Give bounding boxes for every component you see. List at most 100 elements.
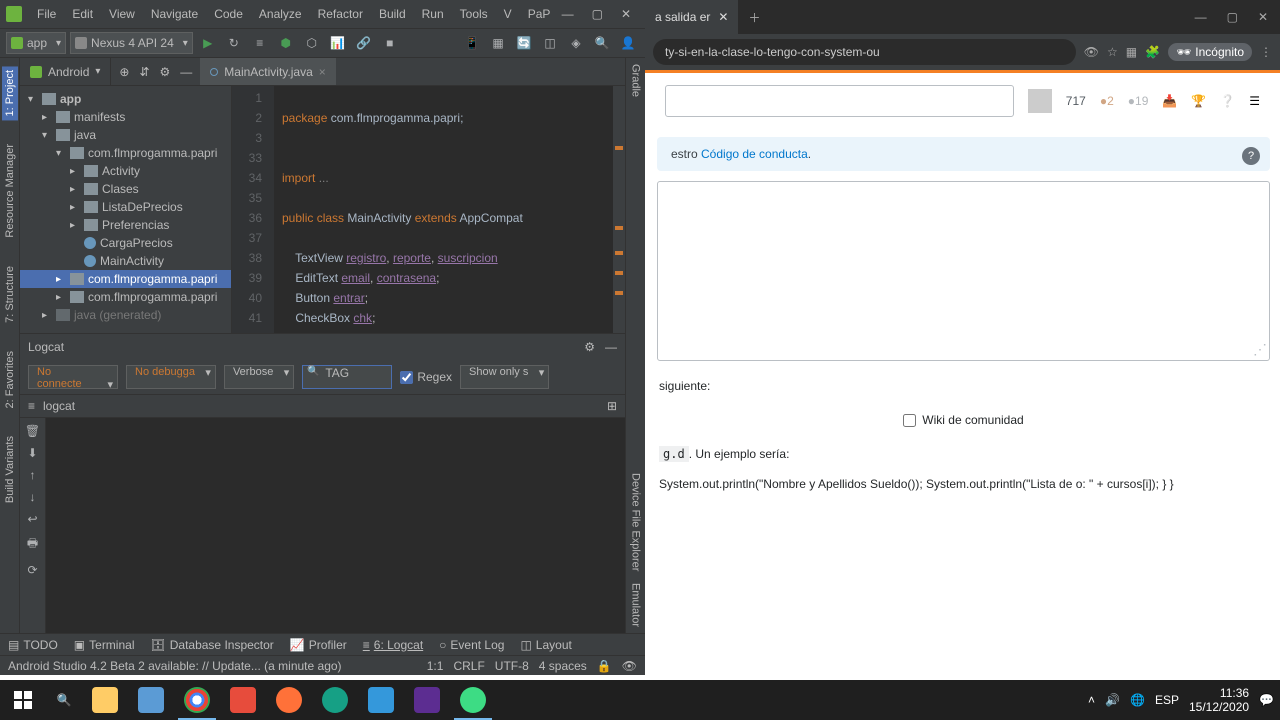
restart-icon[interactable]: ⟳	[24, 563, 41, 577]
help-tip-icon[interactable]: ?	[1242, 147, 1260, 165]
tab-gradle[interactable]: Gradle	[628, 58, 644, 103]
tray-network-icon[interactable]: 🌐	[1130, 693, 1145, 707]
logcat-settings-icon[interactable]: ⊞	[607, 399, 617, 413]
run-config-dropdown[interactable]: app	[6, 32, 66, 54]
logcat-process-select[interactable]: No debugga	[126, 365, 216, 389]
trophy-icon[interactable]: 🏆	[1191, 94, 1206, 108]
trash-icon[interactable]: 🗑	[24, 424, 41, 438]
menu-icon[interactable]: ⋮	[1260, 45, 1272, 59]
code-editor[interactable]: 123 33343536 37383940 4142 package com.f…	[232, 86, 625, 333]
taskbar-firefox[interactable]	[266, 680, 312, 720]
bottom-profiler[interactable]: 📈 Profiler	[290, 638, 347, 652]
notifications-icon[interactable]: 💬	[1259, 693, 1274, 707]
browser-minimize-icon[interactable]: —	[1195, 10, 1207, 24]
logcat-gear-icon[interactable]: ⚙	[584, 340, 595, 354]
account-icon[interactable]: 👤	[617, 32, 639, 54]
bottom-terminal[interactable]: ▣ Terminal	[74, 638, 135, 652]
tree-activity[interactable]: Activity	[102, 164, 140, 178]
menu-analyze[interactable]: Analyze	[252, 4, 309, 24]
tab-resource-manager[interactable]: Resource Manager	[2, 140, 18, 242]
taskbar-app2[interactable]	[312, 680, 358, 720]
menu-code[interactable]: Code	[207, 4, 250, 24]
tree-main[interactable]: MainActivity	[100, 254, 164, 268]
eye-off-icon[interactable]: 👁	[1084, 45, 1099, 59]
tab-emulator[interactable]: Emulator	[628, 577, 644, 633]
menu-file[interactable]: File	[30, 4, 63, 24]
conduct-link[interactable]: Código de conducta	[701, 147, 808, 161]
logcat-hide-icon[interactable]: —	[605, 340, 617, 354]
taskbar-app1[interactable]	[220, 680, 266, 720]
star-icon[interactable]: ☆	[1107, 45, 1118, 59]
tab-device-file-explorer[interactable]: Device File Explorer	[628, 467, 644, 577]
bottom-eventlog[interactable]: ○ Event Log	[439, 638, 504, 652]
file-tab-mainactivity[interactable]: MainActivity.java ×	[200, 58, 336, 85]
ide-maximize-icon[interactable]: ▢	[592, 7, 603, 21]
run-icon[interactable]: ▶	[197, 32, 219, 54]
menu-tools[interactable]: Tools	[453, 4, 495, 24]
bottom-logcat[interactable]: ≡ 6: Logcat	[363, 638, 423, 652]
start-button[interactable]	[0, 680, 46, 720]
tray-chevron-icon[interactable]: ˄	[1088, 693, 1095, 707]
up-icon[interactable]: ↑	[24, 468, 41, 482]
status-indent[interactable]: 4 spaces	[539, 659, 587, 673]
tree-prefs[interactable]: Preferencias	[102, 218, 169, 232]
coverage-icon[interactable]: ⬡	[301, 32, 323, 54]
tree-generated[interactable]: java (generated)	[74, 308, 161, 322]
search-everywhere-icon[interactable]: 🔍	[591, 32, 613, 54]
taskbar-android-studio[interactable]	[450, 680, 496, 720]
browser-tab[interactable]: a salida er ✕	[645, 0, 738, 34]
inbox-icon[interactable]: 📥	[1162, 94, 1177, 108]
apply-changes-icon[interactable]: ↻	[223, 32, 245, 54]
tab-favorites[interactable]: 2: Favorites	[2, 347, 18, 412]
status-line-ending[interactable]: CRLF	[453, 659, 484, 673]
taskbar-explorer[interactable]	[82, 680, 128, 720]
logcat-filter-select[interactable]: Show only s	[460, 365, 549, 389]
wiki-checkbox[interactable]	[903, 414, 916, 427]
menu-navigate[interactable]: Navigate	[144, 4, 205, 24]
taskbar-mail[interactable]	[128, 680, 174, 720]
status-message[interactable]: Android Studio 4.2 Beta 2 available: // …	[8, 659, 342, 673]
device-dropdown[interactable]: Nexus 4 API 24	[70, 32, 193, 54]
help-icon[interactable]: ❔	[1220, 94, 1235, 108]
status-position[interactable]: 1:1	[427, 659, 444, 673]
print-icon[interactable]: 🖶	[24, 534, 41, 555]
ide-minimize-icon[interactable]: —	[562, 7, 574, 21]
bottom-database[interactable]: 🗄 Database Inspector	[151, 638, 274, 652]
layout-inspector-icon[interactable]: ◫	[539, 32, 561, 54]
incognito-badge[interactable]: 🕶 Incógnito	[1168, 43, 1252, 61]
browser-close-icon[interactable]: ✕	[1258, 10, 1268, 24]
logcat-search-input[interactable]: TAG	[302, 365, 392, 389]
taskbar-search-icon[interactable]: 🔍	[46, 680, 82, 720]
tree-carga[interactable]: CargaPrecios	[100, 236, 173, 250]
stackexchange-icon[interactable]: ☰	[1249, 94, 1260, 108]
tree-pkg3[interactable]: com.flmprogamma.papri	[88, 290, 217, 304]
tray-lang[interactable]: ESP	[1155, 693, 1179, 707]
ide-close-icon[interactable]: ✕	[621, 7, 631, 21]
bottom-layout[interactable]: ◫ Layout	[520, 638, 571, 652]
sync-icon[interactable]: 🔄	[513, 32, 535, 54]
reputation[interactable]: 717	[1066, 94, 1086, 108]
taskbar-app3[interactable]	[358, 680, 404, 720]
extension-icon[interactable]: ▦	[1126, 45, 1137, 59]
taskbar-chrome[interactable]	[174, 680, 220, 720]
taskbar-vs[interactable]	[404, 680, 450, 720]
profile-icon[interactable]: 📊	[327, 32, 349, 54]
logcat-level-select[interactable]: Verbose	[224, 365, 294, 389]
menu-view[interactable]: View	[102, 4, 142, 24]
new-tab-icon[interactable]: ＋	[748, 9, 760, 26]
tree-manifests[interactable]: manifests	[74, 110, 125, 124]
collapse-icon[interactable]: ⇵	[139, 65, 149, 79]
tree-pkg2[interactable]: com.flmprogamma.papri	[88, 272, 217, 286]
project-view-dropdown[interactable]: Android ▾	[20, 58, 111, 85]
down-icon[interactable]: ↓	[24, 490, 41, 504]
menu-run[interactable]: Run	[415, 4, 451, 24]
sdk-icon[interactable]: ▦	[487, 32, 509, 54]
logcat-device-select[interactable]: No connecte	[28, 365, 118, 389]
tab-project[interactable]: 1: Project	[2, 66, 18, 120]
hide-icon[interactable]: —	[180, 65, 192, 79]
status-charset[interactable]: UTF-8	[495, 659, 529, 673]
gear-icon[interactable]: ⚙	[160, 65, 171, 79]
target-icon[interactable]: ⊕	[119, 65, 129, 79]
error-stripe[interactable]	[613, 86, 625, 333]
close-tab-icon[interactable]: ×	[319, 65, 326, 79]
